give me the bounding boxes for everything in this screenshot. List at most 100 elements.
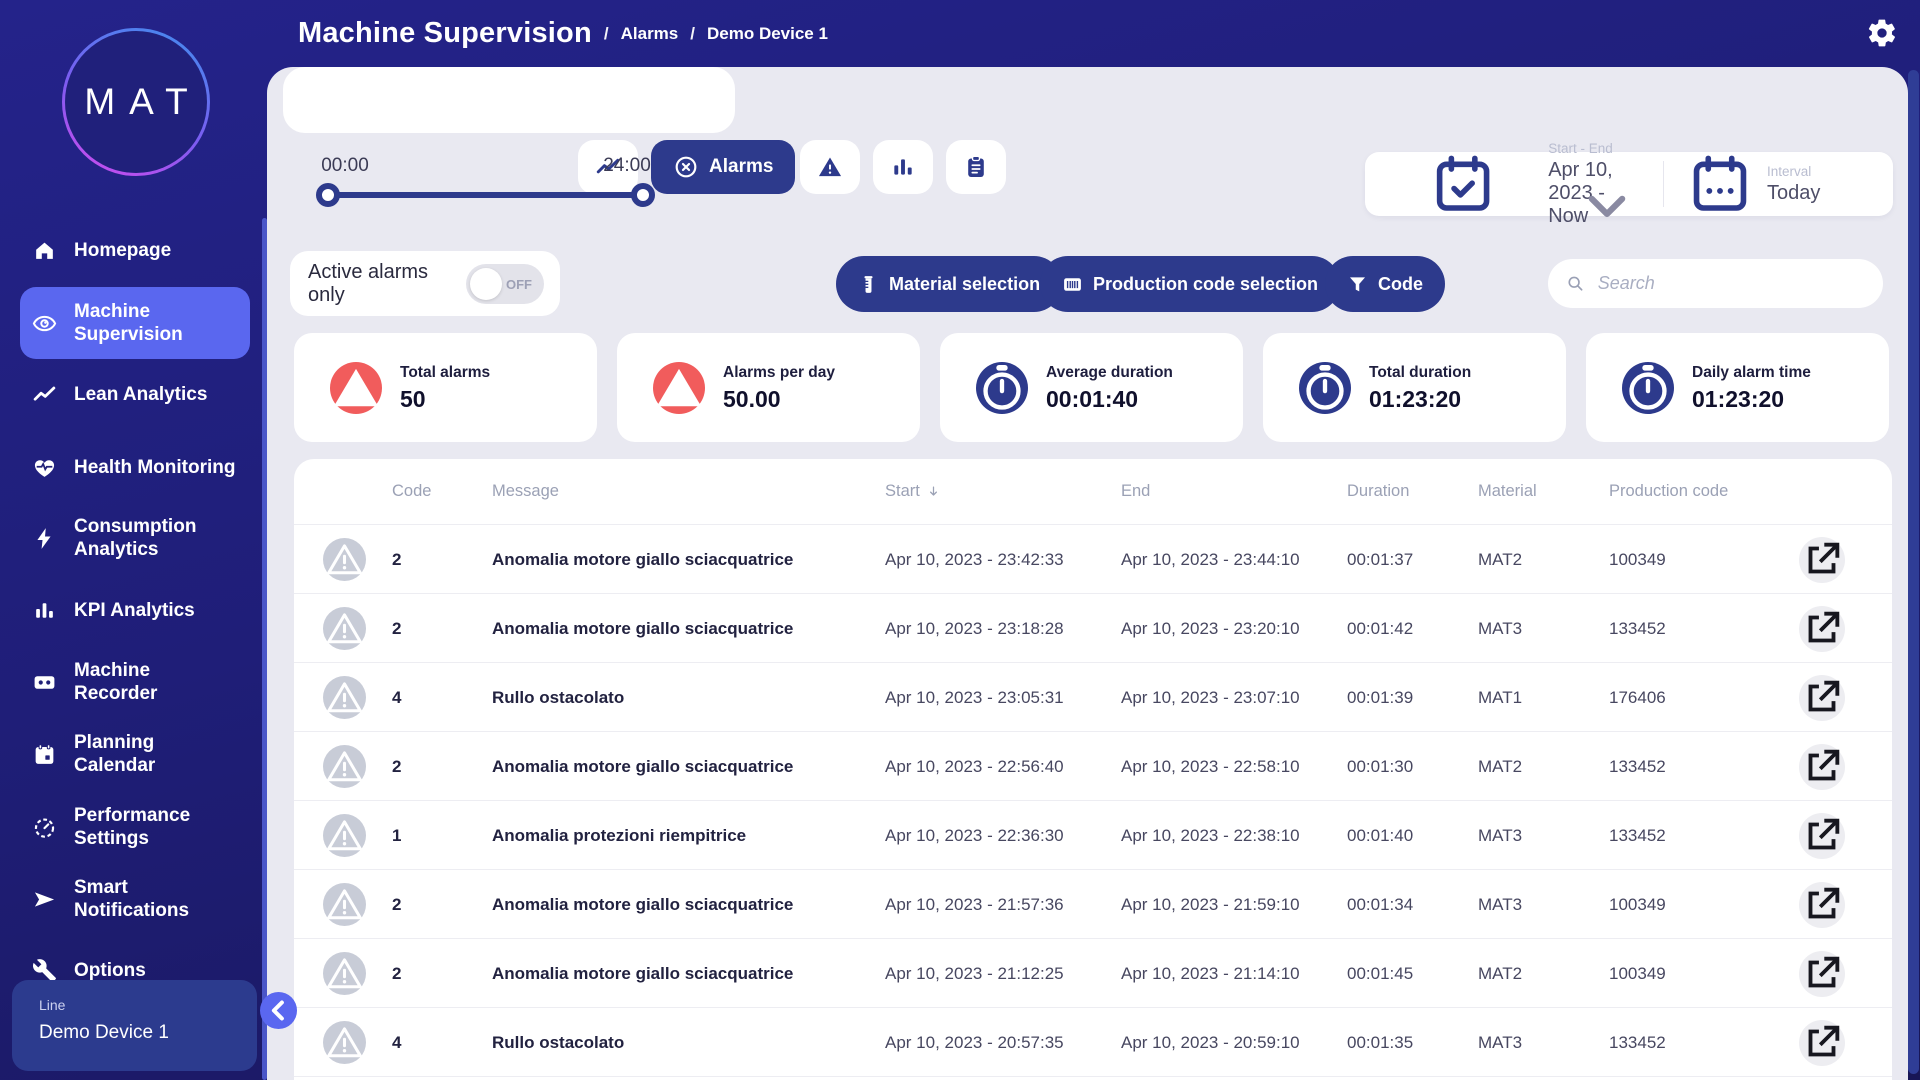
cell-code: 4 — [392, 1032, 402, 1052]
sidebar-collapse-button[interactable] — [260, 992, 297, 1029]
slider-handle-start[interactable] — [316, 183, 340, 207]
open-alarm-button[interactable] — [1799, 744, 1845, 790]
open-alarm-button[interactable] — [1799, 813, 1845, 859]
settings-gear-icon[interactable] — [1866, 17, 1898, 49]
alarm-warning-icon — [323, 883, 366, 926]
breadcrumb-device[interactable]: Demo Device 1 — [707, 24, 828, 44]
cell-duration: 00:01:35 — [1347, 1032, 1414, 1052]
sidebar-item-machine-recorder[interactable]: Machine Recorder — [20, 658, 250, 706]
eye-icon — [32, 311, 57, 336]
stat-card-total-alarms: Total alarms 50 — [294, 333, 597, 442]
home-icon — [32, 238, 57, 263]
cell-material: MAT3 — [1478, 1032, 1523, 1052]
cell-end: Apr 10, 2023 - 22:58:10 — [1121, 756, 1300, 776]
alarm-warning-icon — [323, 607, 366, 650]
cell-material: MAT2 — [1478, 756, 1523, 776]
search-input[interactable] — [1597, 273, 1865, 294]
cell-production_code: 133452 — [1609, 618, 1666, 638]
tab-statistics[interactable] — [873, 140, 933, 194]
active-alarms-toggle[interactable]: OFF — [466, 263, 544, 304]
bar-chart-icon — [890, 154, 916, 180]
circled-x-icon — [673, 154, 699, 180]
cell-end: Apr 10, 2023 - 23:07:10 — [1121, 687, 1300, 707]
sidebar-item-performance-settings[interactable]: Performance Settings — [20, 797, 250, 857]
device-selector-label: Line — [39, 997, 66, 1013]
sidebar-item-health-monitoring[interactable]: Health Monitoring — [20, 443, 250, 491]
stat-label: Alarms per day — [723, 364, 835, 381]
cell-production_code: 133452 — [1609, 756, 1666, 776]
sidebar-scrollbar[interactable] — [262, 218, 267, 1080]
cell-production_code: 100349 — [1609, 963, 1666, 983]
page-scrollbar[interactable] — [1908, 70, 1919, 1074]
sidebar-item-consumption-analytics[interactable]: Consumption Analytics — [20, 508, 250, 568]
alarm-row: 1 Anomalia protezioni riempitrice Apr 10, … — [294, 800, 1892, 869]
tab-report[interactable] — [946, 140, 1006, 194]
stopwatch-icon — [1622, 362, 1674, 414]
sidebar-item-planning-calendar[interactable]: Planning Calendar — [20, 724, 250, 784]
material-icon — [858, 274, 879, 295]
barcode-icon — [1062, 274, 1083, 295]
open-alarm-button[interactable] — [1799, 951, 1845, 997]
warning-triangle-icon — [817, 154, 843, 180]
open-alarm-button[interactable] — [1799, 675, 1845, 721]
alarm-row: 2 Anomalia motore giallo sciacquatrice Apr… — [294, 869, 1892, 938]
time-range-slider[interactable] — [328, 192, 643, 198]
stat-label: Total alarms — [400, 364, 491, 381]
cell-duration: 00:01:34 — [1347, 894, 1414, 914]
stat-value: 01:23:20 — [1369, 386, 1462, 412]
cell-material: MAT2 — [1478, 549, 1523, 569]
cell-start: Apr 10, 2023 - 23:05:31 — [885, 687, 1064, 707]
sidebar-item-machine-supervision[interactable]: Machine Supervision — [20, 287, 250, 359]
cell-material: MAT2 — [1478, 963, 1523, 983]
alarm-warning-icon — [323, 952, 366, 995]
cell-end: Apr 10, 2023 - 23:20:10 — [1121, 618, 1300, 638]
chevron-down-icon[interactable] — [1343, 174, 1871, 238]
open-alarm-button[interactable] — [1799, 606, 1845, 652]
table-row-divider — [294, 1076, 1892, 1080]
sidebar: MAT Homepage Machine Supervision Lean Anal… — [0, 0, 297, 1080]
slider-handle-end[interactable] — [631, 183, 655, 207]
cell-duration: 00:01:37 — [1347, 549, 1414, 569]
column-header-start[interactable]: Start — [885, 459, 941, 524]
cell-message: Rullo ostacolato — [492, 1032, 625, 1052]
open-alarm-button[interactable] — [1799, 537, 1845, 583]
sidebar-item-label: Performance Settings — [74, 805, 191, 849]
cassette-icon — [32, 670, 57, 695]
device-selector[interactable]: Line Demo Device 1 — [12, 980, 257, 1071]
sidebar-item-kpi-analytics[interactable]: KPI Analytics — [20, 586, 250, 634]
breadcrumb-alarms[interactable]: Alarms — [621, 24, 679, 44]
sidebar-item-label: Planning Calendar — [74, 732, 156, 776]
column-header-duration: Duration — [1347, 459, 1409, 524]
column-header-message: Message — [492, 459, 559, 524]
device-selector-value: Demo Device 1 — [39, 1022, 169, 1043]
production-code-selection-button[interactable]: Production code selection — [1040, 256, 1341, 312]
cell-code: 2 — [392, 963, 402, 983]
tab-warnings[interactable] — [800, 140, 860, 194]
stat-label: Daily alarm time — [1692, 364, 1811, 381]
sidebar-item-lean-analytics[interactable]: Lean Analytics — [20, 370, 250, 418]
code-filter-button[interactable]: Code — [1325, 256, 1445, 312]
column-header-end: End — [1121, 459, 1150, 524]
cell-material: MAT3 — [1478, 618, 1523, 638]
cell-start: Apr 10, 2023 - 21:12:25 — [885, 963, 1064, 983]
tab-alarms[interactable]: Alarms — [651, 140, 796, 194]
sidebar-item-smart-notifications[interactable]: Smart Notifications — [20, 869, 250, 929]
material-selection-label: Material selection — [889, 273, 1041, 294]
cell-production_code: 133452 — [1609, 1032, 1666, 1052]
cell-material: MAT1 — [1478, 687, 1523, 707]
cell-material: MAT3 — [1478, 894, 1523, 914]
material-selection-button[interactable]: Material selection — [836, 256, 1063, 312]
alarm-warning-icon — [323, 745, 366, 788]
active-alarms-label: Active alarms only — [308, 260, 429, 306]
cell-material: MAT3 — [1478, 825, 1523, 845]
alarm-warning-icon — [323, 676, 366, 719]
cell-message: Anomalia motore giallo sciacquatrice — [492, 963, 794, 983]
open-alarm-button[interactable] — [1799, 1020, 1845, 1066]
open-alarm-button[interactable] — [1799, 882, 1845, 928]
sort-descending-icon — [926, 484, 941, 499]
cell-start: Apr 10, 2023 - 20:57:35 — [885, 1032, 1064, 1052]
column-header-label: Start — [885, 482, 920, 500]
send-icon — [32, 887, 57, 912]
sidebar-item-homepage[interactable]: Homepage — [20, 226, 250, 274]
cell-code: 2 — [392, 894, 402, 914]
